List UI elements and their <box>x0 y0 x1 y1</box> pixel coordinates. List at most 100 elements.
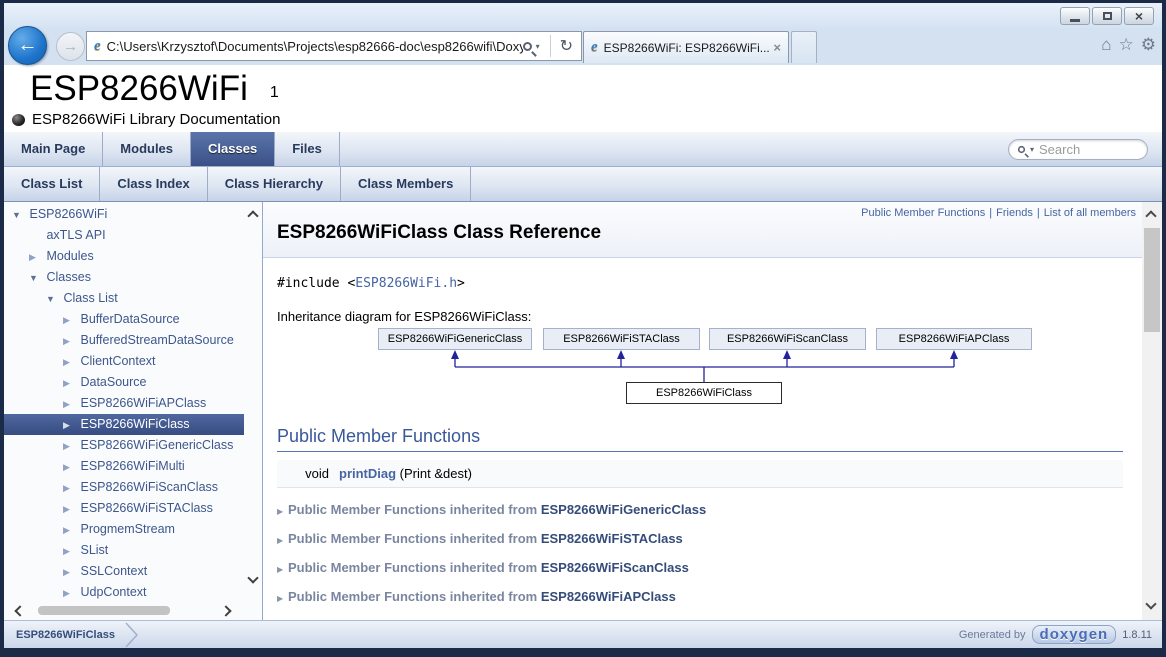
diagram-parent-class-box[interactable]: ESP8266WiFiGenericClass <box>378 328 532 350</box>
doxygen-logo[interactable]: doxygen <box>1032 625 1117 644</box>
tree-expand-icon[interactable] <box>63 457 77 478</box>
url-text[interactable]: C:\Users\Krzysztof\Documents\Projects\es… <box>107 39 523 54</box>
tree-expand-icon[interactable] <box>29 268 43 289</box>
tree-expand-icon[interactable] <box>63 352 77 373</box>
inheritance-caption: Inheritance diagram for ESP8266WiFiClass… <box>277 309 1162 324</box>
tree-expand-icon[interactable] <box>29 247 43 268</box>
tab-close-icon[interactable]: × <box>773 40 781 55</box>
main-nav-tabs: Main Page Modules Classes Files ▾ <box>4 132 1162 167</box>
link-all-members[interactable]: List of all members <box>1044 207 1136 219</box>
sidebar-horizontal-scrollbar[interactable] <box>4 602 244 619</box>
inherited-members-header[interactable]: Public Member Functions inherited from E… <box>277 502 1123 517</box>
tab-class-index[interactable]: Class Index <box>100 167 207 201</box>
inherited-class-link[interactable]: ESP8266WiFiGenericClass <box>541 502 706 517</box>
scrollbar-thumb[interactable] <box>1144 228 1160 332</box>
favorites-star-icon[interactable]: ☆ <box>1119 35 1134 55</box>
collapse-arrow-icon[interactable] <box>277 504 288 519</box>
tree-item[interactable]: Class List <box>4 288 244 309</box>
tree-item[interactable]: ESP8266WiFiSTAClass <box>4 498 244 519</box>
tree-item[interactable]: DataSource <box>4 372 244 393</box>
content-scrollbar[interactable] <box>1142 202 1162 620</box>
tree-expand-icon[interactable] <box>63 478 77 499</box>
doc-search-box[interactable]: ▾ <box>1008 139 1148 160</box>
link-friends[interactable]: Friends <box>996 207 1033 219</box>
tree-expand-icon[interactable] <box>63 394 77 415</box>
tree-item[interactable]: Modules <box>4 246 244 267</box>
tab-classes[interactable]: Classes <box>191 132 275 166</box>
link-public-member-functions[interactable]: Public Member Functions <box>861 207 985 219</box>
tree-expand-icon[interactable] <box>63 541 77 562</box>
collapse-arrow-icon[interactable] <box>277 591 288 606</box>
tree-expand-icon[interactable] <box>12 205 26 226</box>
scrollbar-thumb[interactable] <box>38 606 170 615</box>
tree-expand-icon[interactable] <box>46 289 60 310</box>
forward-button[interactable]: → <box>56 32 85 61</box>
search-input[interactable] <box>1039 142 1129 157</box>
tree-item[interactable]: BufferedStreamDataSource <box>4 330 244 351</box>
tree-expand-icon[interactable] <box>63 583 77 604</box>
tab-class-hierarchy[interactable]: Class Hierarchy <box>208 167 341 201</box>
scroll-right-icon[interactable] <box>220 605 231 616</box>
tree-item[interactable]: axTLS API <box>4 225 244 246</box>
tree-item[interactable]: ProgmemStream <box>4 519 244 540</box>
tree-expand-icon[interactable] <box>63 520 77 541</box>
diagram-parent-class-box[interactable]: ESP8266WiFiScanClass <box>709 328 866 350</box>
search-dropdown-icon[interactable]: ▾ <box>536 42 540 51</box>
tree-item[interactable]: UdpContext <box>4 582 244 603</box>
inherited-members-header[interactable]: Public Member Functions inherited from E… <box>277 560 1123 575</box>
collapse-arrow-icon[interactable] <box>277 533 288 548</box>
search-icon[interactable] <box>523 42 532 51</box>
tab-files[interactable]: Files <box>275 132 340 166</box>
browser-tab[interactable]: e ESP8266WiFi: ESP8266WiFi... × <box>583 31 789 63</box>
new-tab-button[interactable] <box>791 31 817 63</box>
address-bar[interactable]: e C:\Users\Krzysztof\Documents\Projects\… <box>86 31 582 61</box>
tab-modules[interactable]: Modules <box>103 132 191 166</box>
inherited-class-link[interactable]: ESP8266WiFiSTAClass <box>541 531 683 546</box>
tree-expand-icon[interactable] <box>63 331 77 352</box>
close-button[interactable]: × <box>1124 7 1154 25</box>
tree-item[interactable]: ESP8266WiFiClass <box>4 414 244 435</box>
tree-item[interactable]: ESP8266WiFi <box>4 204 244 225</box>
tree-expand-icon[interactable] <box>63 436 77 457</box>
restore-button[interactable] <box>1092 7 1122 25</box>
tree-expand-icon[interactable] <box>63 499 77 520</box>
scroll-left-icon[interactable] <box>14 605 25 616</box>
tree-expand-icon[interactable] <box>63 562 77 583</box>
tree-item[interactable]: ESP8266WiFiGenericClass <box>4 435 244 456</box>
tab-class-members[interactable]: Class Members <box>341 167 471 201</box>
settings-gear-icon[interactable]: ⚙ <box>1141 35 1156 55</box>
tree-expand-icon[interactable] <box>63 310 77 331</box>
inherited-class-link[interactable]: ESP8266WiFiScanClass <box>541 560 689 575</box>
member-return-type: void <box>277 466 329 481</box>
scroll-up-icon[interactable] <box>1145 210 1156 221</box>
back-button[interactable]: ← <box>8 26 47 65</box>
diagram-parent-class-box[interactable]: ESP8266WiFiSTAClass <box>543 328 700 350</box>
tree-item-label: ESP8266WiFiSTAClass <box>80 501 212 515</box>
search-dropdown-icon[interactable]: ▾ <box>1030 145 1034 154</box>
collapse-arrow-icon[interactable] <box>277 562 288 577</box>
include-file-link[interactable]: ESP8266WiFi.h <box>355 276 457 291</box>
tree-item[interactable]: ESP8266WiFiScanClass <box>4 477 244 498</box>
diagram-parent-class-box[interactable]: ESP8266WiFiAPClass <box>876 328 1032 350</box>
inherited-class-link[interactable]: ESP8266WiFiAPClass <box>541 589 676 604</box>
scroll-down-icon[interactable] <box>1145 598 1156 609</box>
tree-item[interactable]: ESP8266WiFiMulti <box>4 456 244 477</box>
breadcrumb-item[interactable]: ESP8266WiFiClass <box>4 629 115 641</box>
tree-item[interactable]: SList <box>4 540 244 561</box>
tab-main-page[interactable]: Main Page <box>4 132 103 166</box>
inherited-members-header[interactable]: Public Member Functions inherited from E… <box>277 589 1123 604</box>
member-name-link[interactable]: printDiag <box>339 466 396 481</box>
inherited-members-header[interactable]: Public Member Functions inherited from E… <box>277 531 1123 546</box>
minimize-button[interactable] <box>1060 7 1090 25</box>
tree-item[interactable]: BufferDataSource <box>4 309 244 330</box>
tree-item[interactable]: ClientContext <box>4 351 244 372</box>
tab-class-list[interactable]: Class List <box>4 167 100 201</box>
tree-item[interactable]: ESP8266WiFiAPClass <box>4 393 244 414</box>
tree-item[interactable]: Classes <box>4 267 244 288</box>
tree-expand-icon[interactable] <box>63 415 77 436</box>
refresh-button[interactable]: ↻ <box>556 36 577 56</box>
home-icon[interactable]: ⌂ <box>1101 35 1111 55</box>
tree-item[interactable]: SSLContext <box>4 561 244 582</box>
include-statement: #include <ESP8266WiFi.h> <box>277 276 1162 291</box>
tree-expand-icon[interactable] <box>63 373 77 394</box>
